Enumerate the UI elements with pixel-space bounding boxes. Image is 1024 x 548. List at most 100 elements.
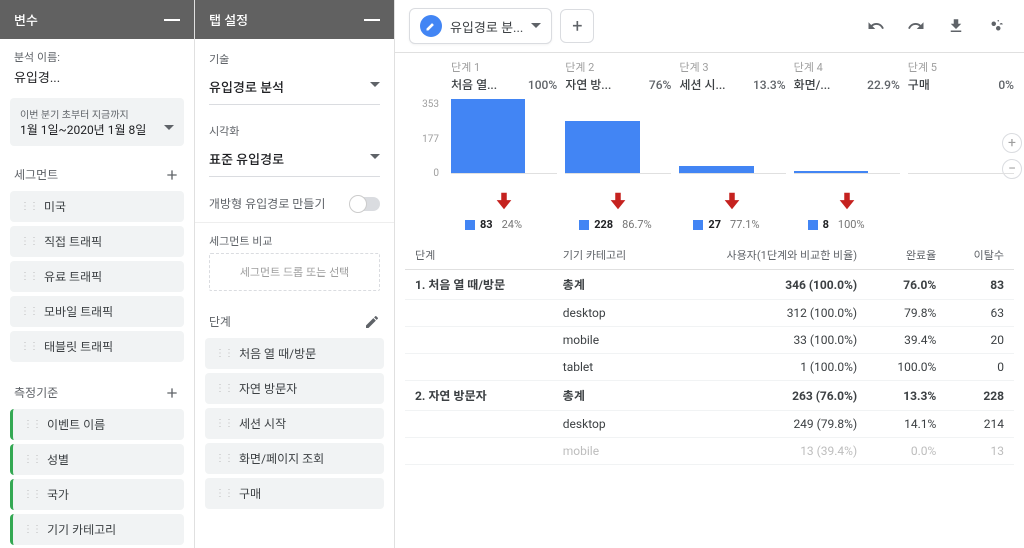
table-row[interactable]: tablet1 (100.0%)100.0%0 [405,354,1014,381]
date-range-value: 1월 1일~2020년 1월 8일 [20,121,146,138]
breakdown-table: 단계 기기 카테고리 사용자(1단계와 비교한 비율) 완료율 이탈수 1. 처… [405,239,1014,465]
segment-chip[interactable]: ⋮⋮직접 트래픽 [10,226,184,257]
share-button[interactable] [982,12,1010,40]
steps-section-label: 단계 [209,313,231,330]
table-row[interactable]: mobile13 (39.4%)0.0%13 [405,438,1014,465]
add-tab-button[interactable]: + [560,9,594,43]
table-row[interactable]: mobile33 (100.0%)39.4%20 [405,327,1014,354]
cell-users: 263 (76.0%) [665,381,867,411]
step-chip[interactable]: ⋮⋮자연 방문자 [205,373,384,404]
segment-chip[interactable]: ⋮⋮미국 [10,191,184,222]
chevron-down-icon [370,82,380,92]
segment-compare-dropzone[interactable]: 세그먼트 드롭 또는 선택 [209,253,380,291]
variables-panel-header[interactable]: 변수 [0,0,194,39]
active-tab-label: 유입경로 분... [450,17,523,36]
funnel-bar[interactable] [565,121,639,173]
technique-label: 기술 [195,39,394,69]
metric-label: 성별 [47,451,69,468]
add-segment-icon[interactable] [164,167,180,183]
col-drop[interactable]: 이탈수 [946,239,1014,270]
grip-icon: ⋮⋮ [215,488,233,499]
add-metric-icon[interactable] [164,385,180,401]
technique-select[interactable]: 유입경로 분석 [209,71,380,105]
table-row[interactable]: 2. 자연 방문자총계263 (76.0%)13.3%228 [405,381,1014,411]
col-category[interactable]: 기기 카테고리 [553,239,665,270]
cell-step: 1. 처음 열 때/방문 [405,270,553,300]
col-users[interactable]: 사용자(1단계와 비교한 비율) [665,239,867,270]
metric-label: 국가 [47,486,69,503]
cell-cat: 총계 [553,270,665,300]
tab-settings-title: 탭 설정 [209,10,248,29]
cell-step [405,354,553,381]
collapse-icon [364,19,380,21]
viz-value: 표준 유입경로 [209,149,284,168]
step-chip[interactable]: ⋮⋮ 구매 [205,478,384,509]
metric-chip[interactable]: ⋮⋮성별 [10,444,184,475]
drop-count: 228 [594,218,613,231]
metric-chip[interactable]: ⋮⋮기기 카테고리 [10,514,184,545]
step-label: 세션 시작 [239,415,286,432]
col-step[interactable]: 단계 [405,239,553,270]
table-row[interactable]: 1. 처음 열 때/방문총계346 (100.0%)76.0%83 [405,270,1014,300]
viz-label: 시각화 [195,117,394,141]
step-name: 화면/... [794,76,831,93]
table-row[interactable]: desktop312 (100.0%)79.8%63 [405,300,1014,327]
dropoff-arrow-icon [451,184,557,218]
cell-users: 33 (100.0%) [665,327,867,354]
undo-button[interactable] [862,12,890,40]
cell-step [405,438,553,465]
drop-pct: 77.1% [730,218,760,231]
step-number: 2 [588,61,594,74]
redo-button[interactable] [902,12,930,40]
cell-drop: 63 [946,300,1014,327]
step-prefix: 단계 [565,61,585,74]
step-prefix: 단계 [451,61,471,74]
metric-chip[interactable]: ⋮⋮국가 [10,479,184,510]
step-name: 처음 열... [451,76,497,93]
legend-swatch [808,220,818,230]
step-pct: 22.9% [867,78,900,92]
y-tick: 0 [405,168,439,179]
funnel-bar[interactable] [451,99,525,173]
cell-drop: 13 [946,438,1014,465]
cell-drop: 20 [946,327,1014,354]
funnel-bar[interactable] [679,166,753,173]
cell-rate: 76.0% [867,270,946,300]
dropoff-arrow-icon [565,184,671,218]
segment-label: 직접 트래픽 [44,233,102,250]
cell-rate: 79.8% [867,300,946,327]
legend-swatch [693,220,703,230]
grip-icon: ⋮⋮ [20,306,38,317]
open-funnel-toggle[interactable] [350,197,380,211]
step-chip[interactable]: ⋮⋮화면/페이지 조회 [205,443,384,474]
step-number: 3 [702,61,708,74]
step-number: 5 [931,61,937,74]
viz-select[interactable]: 표준 유입경로 [209,143,380,177]
cell-users: 312 (100.0%) [665,300,867,327]
step-chip[interactable]: ⋮⋮처음 열 때/방문 [205,338,384,369]
step-label: 구매 [239,485,261,502]
segment-chip[interactable]: ⋮⋮모바일 트래픽 [10,296,184,327]
table-row[interactable]: desktop249 (79.8%)14.1%214 [405,411,1014,438]
tab-settings-header[interactable]: 탭 설정 [195,0,394,39]
metric-chip[interactable]: ⋮⋮이벤트 이름 [10,409,184,440]
cell-users: 249 (79.8%) [665,411,867,438]
step-pct: 13.3% [753,78,786,92]
cell-cat: mobile [553,327,665,354]
download-button[interactable] [942,12,970,40]
funnel-bar[interactable] [794,171,868,173]
cell-drop: 83 [946,270,1014,300]
cell-step: 2. 자연 방문자 [405,381,553,411]
cell-step [405,411,553,438]
step-label: 화면/페이지 조회 [239,450,324,467]
active-tab[interactable]: 유입경로 분... [409,8,552,44]
step-name: 구매 [908,76,930,93]
drop-count: 83 [480,218,493,231]
edit-steps-icon[interactable] [364,314,380,330]
date-range-picker[interactable]: 이번 분기 초부터 지금까지 1월 1일~2020년 1월 8일 [10,98,184,146]
col-rate[interactable]: 완료율 [867,239,946,270]
segment-chip[interactable]: ⋮⋮태블릿 트래픽 [10,331,184,362]
step-chip[interactable]: ⋮⋮세션 시작 [205,408,384,439]
segment-chip[interactable]: ⋮⋮유료 트래픽 [10,261,184,292]
analysis-name-value[interactable]: 유입경... [14,67,180,86]
